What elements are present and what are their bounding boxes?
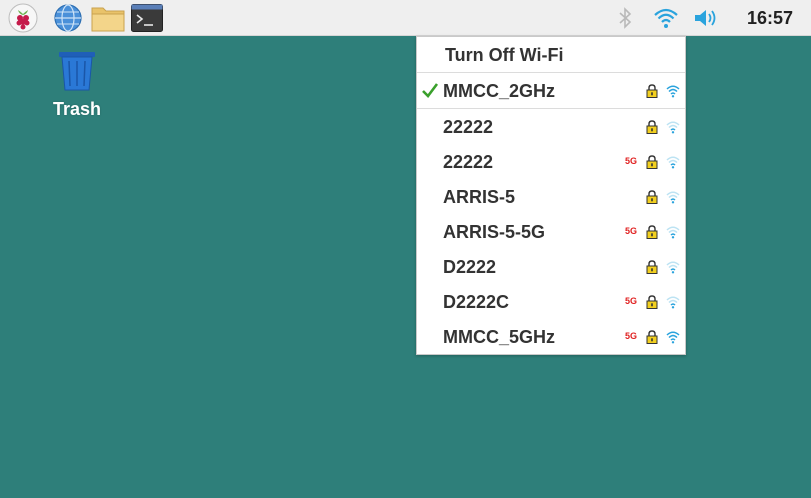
bluetooth-icon[interactable] (614, 4, 636, 32)
signal-strength-icon (666, 330, 680, 349)
lock-icon (646, 155, 658, 174)
band-5g-badge: 5G (625, 156, 638, 166)
terminal-icon[interactable] (131, 3, 163, 33)
raspberry-menu-icon[interactable] (8, 3, 38, 33)
network-ssid: ARRIS-5-5G (443, 222, 546, 242)
wifi-network-item[interactable]: MMCC_5GHz 5G (417, 320, 685, 354)
menu-separator (417, 108, 685, 109)
wifi-network-item[interactable]: 22222 5G (417, 145, 685, 179)
network-ssid: 22222 (443, 117, 494, 137)
signal-strength-icon (666, 190, 680, 209)
lock-icon (646, 330, 658, 349)
trash-label: Trash (52, 99, 102, 119)
trash-desktop-icon[interactable]: Trash (46, 48, 108, 120)
lock-icon (646, 260, 658, 279)
wifi-network-item[interactable]: D2222 (417, 250, 685, 284)
wifi-network-item[interactable]: ARRIS-5-5G 5G (417, 215, 685, 249)
trash-icon (59, 52, 95, 91)
signal-strength-icon (666, 84, 680, 103)
turn-off-wifi-label: Turn Off Wi-Fi (445, 45, 564, 65)
band-5g-badge: 5G (625, 331, 638, 341)
wifi-status-icon[interactable] (652, 4, 680, 32)
wifi-menu: Turn Off Wi-Fi MMCC_2GHz 22222 22222 5G ARRI… (416, 36, 686, 355)
menu-separator (417, 72, 685, 73)
signal-strength-icon (666, 155, 680, 174)
network-ssid: 22222 (443, 152, 494, 172)
turn-off-wifi-item[interactable]: Turn Off Wi-Fi (417, 38, 685, 72)
wifi-network-item[interactable]: 22222 (417, 110, 685, 144)
network-ssid: D2222C (443, 292, 510, 312)
network-ssid: D2222 (443, 257, 497, 277)
lock-icon (646, 225, 658, 244)
lock-icon (646, 120, 658, 139)
lock-icon (646, 295, 658, 314)
signal-strength-icon (666, 295, 680, 314)
band-5g-badge: 5G (625, 226, 638, 236)
lock-icon (646, 190, 658, 209)
signal-strength-icon (666, 260, 680, 279)
wifi-network-item[interactable]: MMCC_2GHz (417, 74, 685, 108)
wifi-network-item[interactable]: ARRIS-5 (417, 180, 685, 214)
network-ssid: MMCC_5GHz (443, 327, 556, 347)
signal-strength-icon (666, 225, 680, 244)
top-panel: 16:57 (0, 0, 811, 36)
clock[interactable]: 16:57 (747, 0, 793, 36)
lock-icon (646, 84, 658, 103)
band-5g-badge: 5G (625, 296, 638, 306)
web-browser-icon[interactable] (53, 3, 83, 33)
signal-strength-icon (666, 120, 680, 139)
volume-icon[interactable] (692, 4, 722, 32)
network-ssid: MMCC_2GHz (443, 81, 556, 101)
file-manager-icon[interactable] (91, 3, 125, 33)
network-ssid: ARRIS-5 (443, 187, 516, 207)
checkmark-icon (421, 81, 439, 104)
wifi-network-item[interactable]: D2222C 5G (417, 285, 685, 319)
